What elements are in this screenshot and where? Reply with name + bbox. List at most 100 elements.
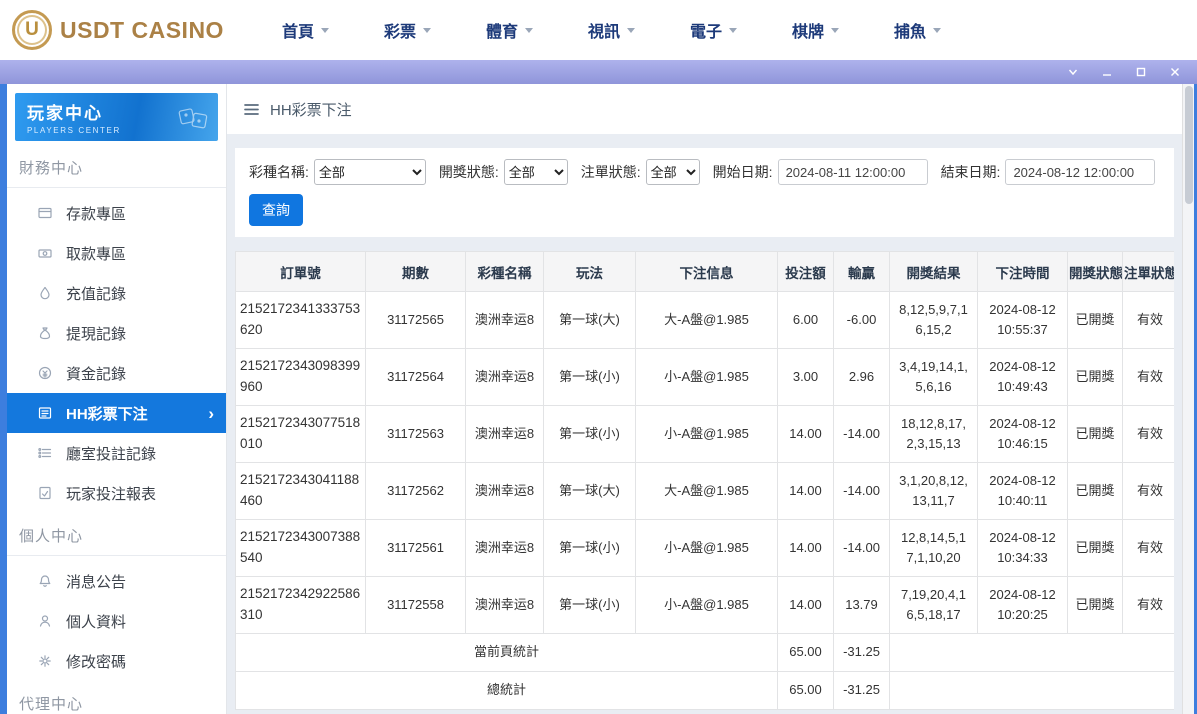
cell-bet-info: 小-A盤@1.985 bbox=[636, 520, 778, 577]
sidebar-item-withdraw[interactable]: 取款專區 bbox=[7, 233, 226, 273]
end-date-input[interactable] bbox=[1005, 159, 1155, 185]
cell-order-status: 有效 bbox=[1123, 463, 1175, 520]
nav-item[interactable]: 視訊 bbox=[588, 18, 635, 42]
bets-table-card: 訂單號期數彩種名稱玩法下注信息投注額輸贏開獎結果下注時間開獎狀態注單狀態 215… bbox=[235, 251, 1174, 714]
cell-draw-status: 已開獎 bbox=[1068, 292, 1123, 349]
cell-order: 2152172341333753620 bbox=[236, 292, 366, 349]
logo[interactable]: U USDT CASINO bbox=[0, 10, 224, 50]
lottery-name-label: 彩種名稱: bbox=[249, 162, 309, 182]
top-navigation: U USDT CASINO 首頁 彩票 體育 視訊 電子 棋牌 捕魚 bbox=[0, 0, 1197, 60]
window-body: 玩家中心 PLAYERS CENTER 財務中心存款專區取款專區充值記錄提現記錄… bbox=[0, 84, 1197, 714]
chevron-down-icon bbox=[321, 28, 329, 33]
sidebar-item-cashout[interactable]: 提現記錄 bbox=[7, 313, 226, 353]
cell-draw-status: 已開獎 bbox=[1068, 349, 1123, 406]
sidebar-item-funds[interactable]: 資金記錄 bbox=[7, 353, 226, 393]
cell-draw-status: 已開獎 bbox=[1068, 520, 1123, 577]
cell-amount: 14.00 bbox=[778, 520, 834, 577]
table-row: 215217234300738854031172561澳洲幸运8第一球(小)小-… bbox=[236, 520, 1175, 577]
cell-lottery: 澳洲幸运8 bbox=[466, 406, 544, 463]
summary-winloss-total: -31.25 bbox=[834, 634, 890, 672]
cell-play: 第一球(小) bbox=[544, 349, 636, 406]
scrollbar-thumb[interactable] bbox=[1185, 86, 1193, 204]
nav-item[interactable]: 棋牌 bbox=[792, 18, 839, 42]
nav-item[interactable]: 體育 bbox=[486, 18, 533, 42]
bell-icon bbox=[37, 573, 53, 589]
order-status-filter: 注單狀態: 全部 bbox=[581, 159, 700, 185]
start-date-input[interactable] bbox=[778, 159, 928, 185]
summary-empty-cell bbox=[890, 634, 1175, 672]
nav-item-label: 捕魚 bbox=[894, 18, 926, 42]
cell-draw-status: 已開獎 bbox=[1068, 406, 1123, 463]
cell-time: 2024-08-12 10:46:15 bbox=[978, 406, 1068, 463]
sidebar-item-bell[interactable]: 消息公告 bbox=[7, 561, 226, 601]
cell-time: 2024-08-12 10:49:43 bbox=[978, 349, 1068, 406]
cell-play: 第一球(小) bbox=[544, 520, 636, 577]
cell-period: 31172563 bbox=[366, 406, 466, 463]
cell-play: 第一球(大) bbox=[544, 292, 636, 349]
lottery-icon bbox=[37, 405, 53, 421]
cell-result: 7,19,20,4,16,5,18,17 bbox=[890, 577, 978, 634]
search-button[interactable]: 查詢 bbox=[249, 194, 303, 226]
players-center-header: 玩家中心 PLAYERS CENTER bbox=[15, 93, 218, 141]
minimize-icon[interactable] bbox=[1101, 60, 1113, 84]
cell-winloss: -14.00 bbox=[834, 520, 890, 577]
lottery-name-select[interactable]: 全部 bbox=[314, 159, 426, 185]
chevron-down-icon[interactable] bbox=[1067, 60, 1079, 84]
filter-row: 彩種名稱: 全部 開獎狀態: 全部 注單狀態: 全部 bbox=[249, 159, 1160, 185]
start-date-filter: 開始日期: bbox=[713, 159, 928, 185]
order-status-select[interactable]: 全部 bbox=[646, 159, 700, 185]
draw-status-filter: 開獎狀態: 全部 bbox=[439, 159, 568, 185]
start-date-label: 開始日期: bbox=[713, 162, 773, 182]
sidebar-item-label: 提現記錄 bbox=[66, 323, 214, 344]
sidebar-item-label: 玩家投注報表 bbox=[66, 483, 214, 504]
cell-winloss: -6.00 bbox=[834, 292, 890, 349]
sidebar-item-profile[interactable]: 個人資料 bbox=[7, 601, 226, 641]
window-titlebar bbox=[0, 60, 1197, 84]
cell-order: 2152172342922586310 bbox=[236, 577, 366, 634]
nav-item[interactable]: 電子 bbox=[690, 18, 737, 42]
end-date-label: 結束日期: bbox=[941, 162, 1001, 182]
cell-period: 31172561 bbox=[366, 520, 466, 577]
end-date-filter: 結束日期: bbox=[941, 159, 1156, 185]
sidebar-item-label: 修改密碼 bbox=[66, 651, 214, 672]
sidebar-item-report[interactable]: 玩家投注報表 bbox=[7, 473, 226, 513]
report-icon bbox=[37, 485, 53, 501]
draw-status-select[interactable]: 全部 bbox=[504, 159, 568, 185]
sidebar-item-recharge[interactable]: 充值記錄 bbox=[7, 273, 226, 313]
sidebar-item-deposit[interactable]: 存款專區 bbox=[7, 193, 226, 233]
cell-order: 2152172343077518010 bbox=[236, 406, 366, 463]
nav-menu: 首頁 彩票 體育 視訊 電子 棋牌 捕魚 bbox=[282, 18, 941, 42]
cell-time: 2024-08-12 10:20:25 bbox=[978, 577, 1068, 634]
sidebar-item-label: 存款專區 bbox=[66, 203, 214, 224]
logo-text: USDT CASINO bbox=[60, 17, 224, 44]
nav-item-label: 首頁 bbox=[282, 18, 314, 42]
cell-draw-status: 已開獎 bbox=[1068, 463, 1123, 520]
nav-item-label: 彩票 bbox=[384, 18, 416, 42]
filter-actions: 查詢 bbox=[249, 194, 1160, 226]
cell-time: 2024-08-12 10:34:33 bbox=[978, 520, 1068, 577]
sidebar-item-room-records[interactable]: 廳室投註記錄 bbox=[7, 433, 226, 473]
nav-item[interactable]: 捕魚 bbox=[894, 18, 941, 42]
nav-item-label: 體育 bbox=[486, 18, 518, 42]
column-header: 開獎狀態 bbox=[1068, 252, 1123, 292]
cell-amount: 3.00 bbox=[778, 349, 834, 406]
hamburger-icon[interactable] bbox=[243, 101, 260, 118]
table-header-row: 訂單號期數彩種名稱玩法下注信息投注額輸贏開獎結果下注時間開獎狀態注單狀態 bbox=[236, 252, 1175, 292]
cell-amount: 14.00 bbox=[778, 577, 834, 634]
cell-lottery: 澳洲幸运8 bbox=[466, 349, 544, 406]
cell-winloss: 13.79 bbox=[834, 577, 890, 634]
sidebar-item-password[interactable]: 修改密碼 bbox=[7, 641, 226, 681]
cell-winloss: -14.00 bbox=[834, 463, 890, 520]
password-icon bbox=[37, 653, 53, 669]
cell-draw-status: 已開獎 bbox=[1068, 577, 1123, 634]
cell-time: 2024-08-12 10:40:11 bbox=[978, 463, 1068, 520]
cell-period: 31172558 bbox=[366, 577, 466, 634]
sidebar-item-lottery[interactable]: HH彩票下注› bbox=[7, 393, 226, 433]
close-icon[interactable] bbox=[1169, 60, 1181, 84]
summary-bet-total: 65.00 bbox=[778, 634, 834, 672]
vertical-scrollbar[interactable] bbox=[1182, 84, 1194, 714]
nav-item-label: 視訊 bbox=[588, 18, 620, 42]
maximize-icon[interactable] bbox=[1135, 60, 1147, 84]
nav-item[interactable]: 首頁 bbox=[282, 18, 329, 42]
nav-item[interactable]: 彩票 bbox=[384, 18, 431, 42]
